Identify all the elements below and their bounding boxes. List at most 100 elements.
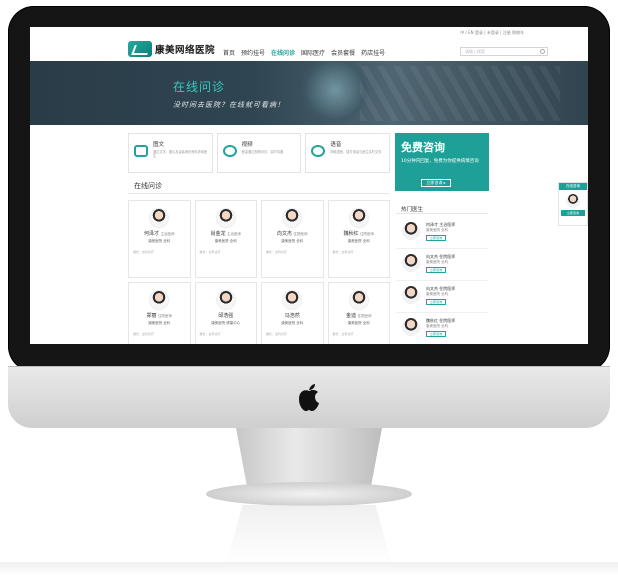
site-logo[interactable]: 康美网络医院 — [128, 41, 215, 57]
consult-button[interactable]: 立即咨询 — [426, 235, 446, 241]
doctor-title: 住院医师 — [158, 314, 173, 318]
search-icon[interactable] — [540, 49, 545, 54]
apple-logo-icon — [299, 384, 319, 411]
nav-item-pharmacy[interactable]: 药店挂号 — [361, 48, 385, 57]
doctor-card[interactable]: 魏秋红 住院医师康美医院 全科擅长：全科诊疗 — [327, 200, 390, 278]
doctor-dept: 康美医院 全科 — [347, 239, 370, 243]
free-consult-panel: 免费咨询 10分钟内回复，免费为你提供病情咨询 立即咨询 ▸ — [395, 133, 489, 191]
nav-item-membership[interactable]: 会员套餐 — [331, 48, 355, 57]
doctor-intro: 擅长：全科诊疗 — [332, 332, 354, 336]
doctor-intro: 擅长：全科诊疗 — [199, 332, 221, 336]
hot-doctor-dept: 康美医院 全科 — [426, 292, 449, 296]
float-consult-button[interactable]: 立即咨询 — [561, 210, 585, 216]
doctor-intro: 擅长：全科诊疗 — [133, 332, 155, 336]
avatar — [402, 318, 420, 336]
section-title: 在线问诊 — [134, 182, 162, 190]
doctor-card[interactable]: 向文杰 住院医师 康美医院 全科 擅长：全科诊疗 — [261, 200, 324, 278]
list-item[interactable]: 向文杰 住院医师 康美医院 全科 立即咨询 — [396, 249, 488, 281]
consult-button[interactable]: 立即咨询 — [426, 331, 446, 337]
phone-icon — [311, 145, 326, 157]
image-icon — [134, 145, 148, 157]
logo-icon — [128, 41, 152, 57]
floor — [0, 562, 618, 576]
top-links[interactable]: 中 / EN 登录 | 未登录 | 注册 购物车 — [460, 30, 524, 36]
doctor-name: 魏秋红 — [343, 231, 359, 237]
avatar — [402, 254, 420, 272]
service-card-text[interactable]: 图文 通过文字、图片及患者病历资料咨询医生 — [128, 133, 213, 173]
doctor-title: 主治医师 — [160, 232, 175, 236]
avatar — [149, 208, 170, 228]
hot-divider — [396, 213, 488, 214]
doctor-intro: 擅长：全科诊疗 — [133, 250, 155, 254]
free-consult-desc: 10分钟内回复，免费为你提供病情咨询 — [401, 159, 479, 164]
service-desc: 医患通过视频问诊，实时沟通 — [241, 150, 284, 154]
doctor-title: 住院医师 — [360, 232, 375, 236]
doctor-card[interactable]: 冯浩然 康美医院 全科 擅长：全科诊疗 — [261, 282, 324, 344]
hot-doctors-title: 热门医生 — [401, 207, 424, 213]
doctor-card[interactable]: 邱浩强 康美医院 健康中心 擅长：全科诊疗 — [194, 282, 257, 344]
nav-item-international[interactable]: 国际医疗 — [301, 48, 325, 57]
hot-doctor-dept: 康美医院 全科 — [426, 324, 449, 328]
avatar — [402, 286, 420, 304]
doctor-dept: 康美医院 全科 — [347, 321, 370, 325]
banner-title: 在线问诊 — [173, 80, 226, 94]
site-header: 康美网络医院 中 / EN 登录 | 未登录 | 注册 购物车 首页 预约挂号 … — [30, 27, 588, 61]
doctor-card[interactable]: 何泽才 主治医师康美医院 全科擅长：全科诊疗 — [128, 200, 191, 278]
service-desc: 网络语音，拨打电话与医生实时交流 — [330, 150, 382, 154]
imac-mockup: 康美网络医院 中 / EN 登录 | 未登录 | 注册 购物车 首页 预约挂号 … — [0, 0, 618, 576]
video-icon — [222, 145, 237, 157]
hot-doctor-dept: 康美医院 全科 — [426, 260, 449, 264]
doctor-intro: 擅长：全科诊疗 — [332, 250, 354, 254]
search-input[interactable]: 请输入搜索 — [460, 47, 548, 56]
avatar — [566, 194, 580, 208]
hot-doctor-dept: 康美医院 全科 — [426, 228, 449, 232]
doctor-name: 肖金龙 — [210, 231, 226, 237]
doctor-grid: 何泽才 主治医师 康美医院 全科 擅长：全科诊疗 肖金龙 主治医师 康美医院 全科 擅长… — [128, 200, 390, 344]
nav-item-appointment[interactable]: 预约挂号 — [241, 48, 265, 57]
free-consult-button[interactable]: 立即咨询 ▸ — [421, 179, 451, 187]
doctor-name: 金迪 — [345, 313, 356, 319]
service-name: 图文 — [153, 142, 165, 148]
banner-subtitle: 没时间去医院？在线就可看病！ — [173, 101, 285, 109]
logo-text: 康美网络医院 — [155, 45, 216, 56]
doctor-name: 向文杰 — [276, 231, 292, 237]
consult-button[interactable]: 立即咨询 — [426, 267, 446, 273]
search-placeholder: 请输入搜索 — [465, 49, 485, 54]
main-nav: 首页 预约挂号 在线问诊 国际医疗 会员套餐 药店挂号 — [223, 48, 385, 57]
avatar — [215, 208, 236, 228]
nav-item-home[interactable]: 首页 — [223, 48, 235, 57]
doctor-name: 何泽才 — [143, 231, 159, 237]
nav-item-online-consult[interactable]: 在线问诊 — [271, 48, 295, 57]
doctor-title: 主治医师 — [227, 232, 242, 236]
list-item[interactable]: 向文杰 住院医师 康美医院 全科 立即咨询 — [396, 281, 488, 313]
service-name: 语音 — [330, 142, 342, 148]
doctor-intro: 擅长：全科诊疗 — [266, 332, 288, 336]
service-card-voice[interactable]: 语音 网络语音，拨打电话与医生实时交流 — [305, 133, 391, 173]
doctor-dept: 康美医院 全科 — [148, 321, 171, 325]
hot-doctors-list: 何泽才 主治医师 康美医院 全科 立即咨询 向文杰 住院医师 康美医院 全科 立即咨询 … — [396, 217, 488, 344]
service-options: 图文 通过文字、图片及患者病历资料咨询医生 视频 医患通过视频问诊，实时沟通 语… — [128, 133, 391, 173]
doctor-intro: 擅长：全科诊疗 — [266, 250, 288, 254]
list-item[interactable]: 何泽才 主治医师 康美医院 全科 立即咨询 — [396, 217, 488, 249]
doctor-dept: 康美医院 全科 — [148, 239, 171, 243]
stand-reflection — [226, 505, 392, 565]
doctor-card[interactable]: 肖金龙 主治医师 康美医院 全科 擅长：全科诊疗 — [194, 200, 257, 278]
doctor-title: 住院医师 — [357, 314, 372, 318]
doctor-title: 住院医师 — [293, 232, 308, 236]
monitor-screen: 康美网络医院 中 / EN 登录 | 未登录 | 注册 购物车 首页 预约挂号 … — [30, 27, 588, 344]
list-item[interactable]: 魏秋红 住院医师 康美医院 全科 立即咨询 — [396, 313, 488, 344]
consult-button[interactable]: 立即咨询 — [426, 299, 446, 305]
monitor-stand-foot — [206, 482, 412, 506]
doctor-name: 邱浩强 — [218, 313, 234, 319]
avatar — [282, 290, 303, 310]
service-card-video[interactable]: 视频 医患通过视频问诊，实时沟通 — [216, 133, 302, 173]
doctor-name: 郑丽 — [146, 313, 157, 319]
float-header: 在线咨询 — [559, 183, 587, 190]
doctor-card[interactable]: 金迪 住院医师康美医院 全科擅长：全科诊疗 — [327, 282, 390, 344]
avatar — [348, 208, 369, 228]
medical-icons-graphic — [360, 66, 560, 121]
avatar — [348, 290, 369, 310]
doctor-card[interactable]: 郑丽 住院医师康美医院 全科擅长：全科诊疗 — [128, 282, 191, 344]
free-consult-title: 免费咨询 — [401, 141, 445, 154]
avatar — [215, 290, 236, 310]
